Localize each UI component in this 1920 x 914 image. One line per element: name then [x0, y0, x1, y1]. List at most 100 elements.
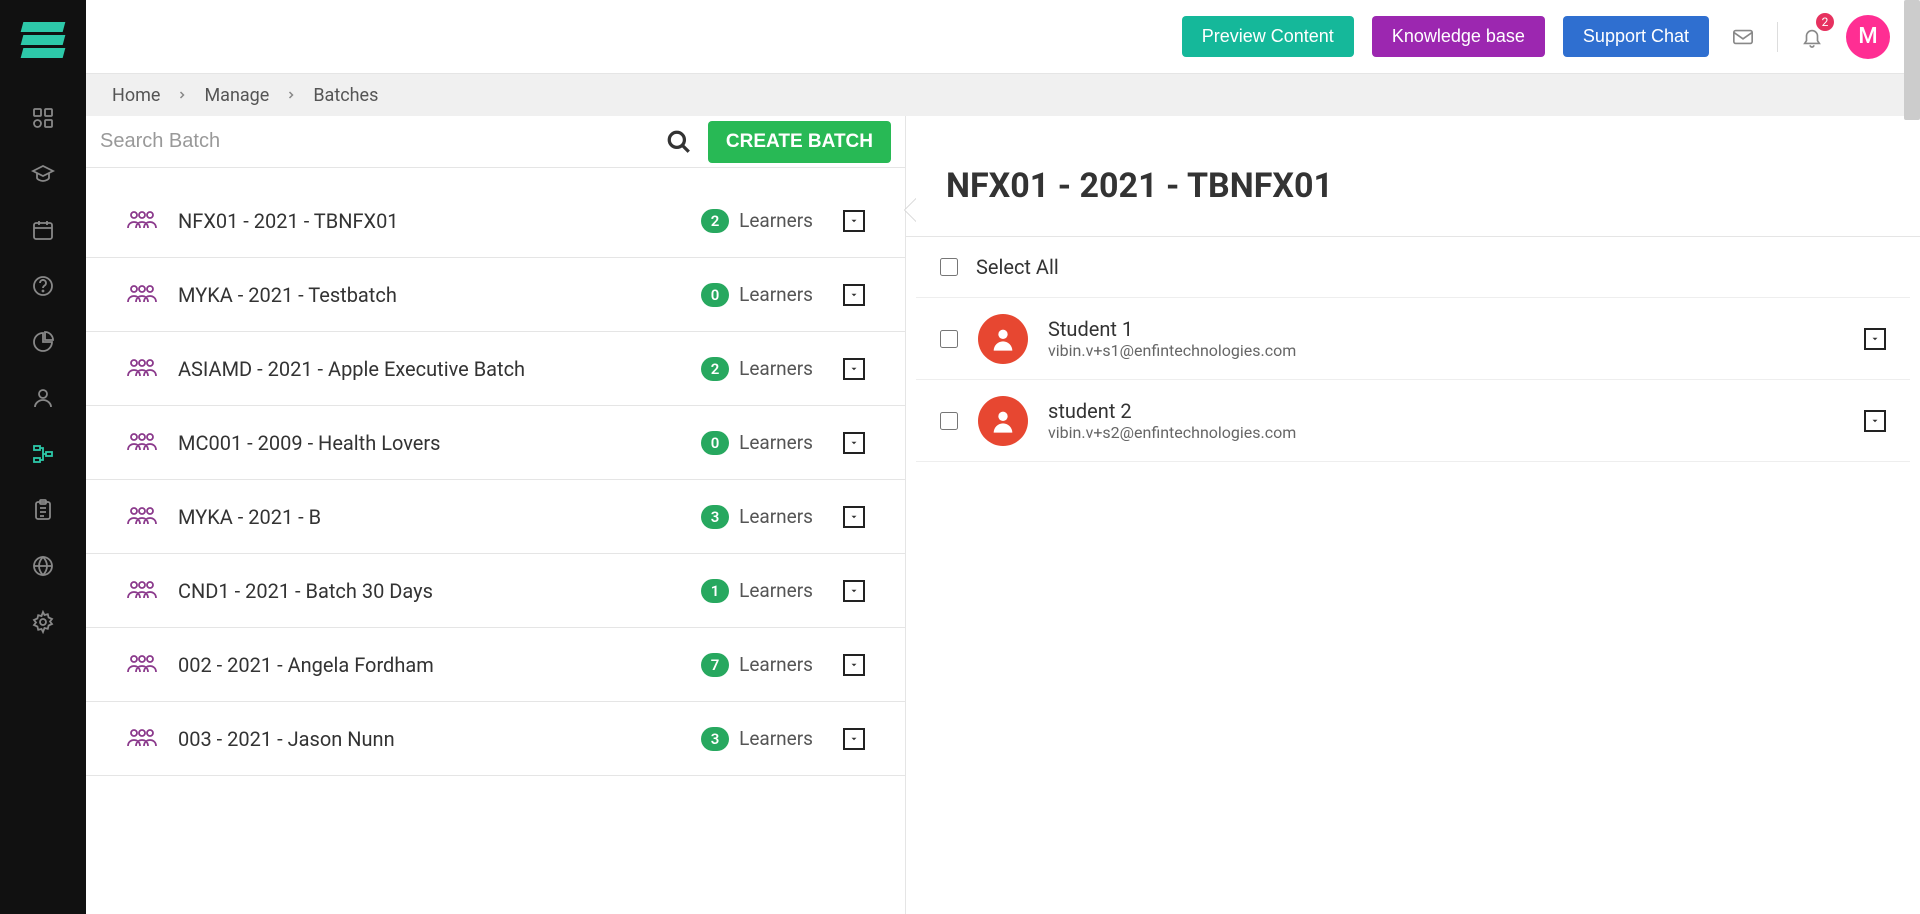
batch-list-column: CREATE BATCH NFX01 - 2021 - TBNFX012Lear…: [86, 116, 906, 914]
learner-count-badge: 3: [701, 727, 729, 751]
people-icon: [126, 358, 158, 380]
chart-icon[interactable]: [29, 328, 57, 356]
select-all-row: Select All: [916, 237, 1910, 298]
user-avatar[interactable]: M: [1846, 15, 1890, 59]
student-avatar-icon: [978, 314, 1028, 364]
people-icon: [126, 284, 158, 306]
batch-name: MYKA - 2021 - Testbatch: [178, 283, 701, 307]
content: CREATE BATCH NFX01 - 2021 - TBNFX012Lear…: [86, 116, 1920, 914]
learners-label: Learners: [739, 579, 813, 602]
batch-item[interactable]: MC001 - 2009 - Health Lovers0 Learners: [86, 406, 905, 480]
learners-label: Learners: [739, 653, 813, 676]
user-icon[interactable]: [29, 384, 57, 412]
student-list: Student 1vibin.v+s1@enfintechnologies.co…: [906, 298, 1920, 462]
learners-label: Learners: [739, 283, 813, 306]
learner-count-badge: 0: [701, 283, 729, 307]
bell-icon[interactable]: 2: [1796, 21, 1828, 53]
select-all-checkbox[interactable]: [940, 258, 958, 276]
sidebar: [0, 0, 86, 914]
globe-icon[interactable]: [29, 552, 57, 580]
header: Preview Content Knowledge base Support C…: [86, 0, 1920, 74]
dropdown-icon[interactable]: [843, 580, 865, 602]
graduation-icon[interactable]: [29, 160, 57, 188]
breadcrumb-batches[interactable]: Batches: [313, 85, 378, 106]
learners-label: Learners: [739, 727, 813, 750]
support-chat-button[interactable]: Support Chat: [1563, 16, 1709, 57]
dropdown-icon[interactable]: [1864, 410, 1886, 432]
help-icon[interactable]: [29, 272, 57, 300]
clipboard-icon[interactable]: [29, 496, 57, 524]
dropdown-icon[interactable]: [843, 432, 865, 454]
batch-name: MYKA - 2021 - B: [178, 505, 701, 529]
batch-name: 003 - 2021 - Jason Nunn: [178, 727, 701, 751]
learners-label: Learners: [739, 209, 813, 232]
batch-item[interactable]: ASIAMD - 2021 - Apple Executive Batch2Le…: [86, 332, 905, 406]
create-batch-button[interactable]: CREATE BATCH: [708, 121, 891, 163]
people-icon: [126, 728, 158, 750]
learners-label: Learners: [739, 505, 813, 528]
batch-item[interactable]: NFX01 - 2021 - TBNFX012 Learners: [86, 184, 905, 258]
breadcrumb-manage[interactable]: Manage: [204, 85, 269, 106]
people-icon: [126, 506, 158, 528]
learner-count-badge: 1: [701, 579, 729, 603]
search-input[interactable]: [100, 130, 650, 153]
batch-item[interactable]: MYKA - 2021 - Testbatch0 Learners: [86, 258, 905, 332]
chevron-right-icon: [176, 85, 188, 106]
learner-count-badge: 3: [701, 505, 729, 529]
dropdown-icon[interactable]: [843, 284, 865, 306]
select-all-label: Select All: [976, 255, 1059, 279]
batch-detail-column: NFX01 - 2021 - TBNFX01 Select All Studen…: [906, 116, 1920, 914]
people-icon: [126, 654, 158, 676]
learner-count-badge: 2: [701, 209, 729, 233]
learner-count-badge: 7: [701, 653, 729, 677]
people-icon: [126, 432, 158, 454]
batch-item[interactable]: MYKA - 2021 - B3 Learners: [86, 480, 905, 554]
settings-icon[interactable]: [29, 608, 57, 636]
batch-list: NFX01 - 2021 - TBNFX012LearnersMYKA - 20…: [86, 168, 905, 914]
student-email: vibin.v+s1@enfintechnologies.com: [1048, 341, 1844, 360]
batch-item[interactable]: 003 - 2021 - Jason Nunn3 Learners: [86, 702, 905, 776]
selected-pointer: [905, 198, 917, 222]
people-icon: [126, 580, 158, 602]
dropdown-icon[interactable]: [843, 358, 865, 380]
chevron-right-icon: [285, 85, 297, 106]
student-info: student 2vibin.v+s2@enfintechnologies.co…: [1048, 399, 1844, 442]
search-icon[interactable]: [662, 125, 696, 159]
student-name: Student 1: [1048, 317, 1844, 341]
scrollbar[interactable]: [1904, 0, 1920, 120]
calendar-icon[interactable]: [29, 216, 57, 244]
mail-icon[interactable]: [1727, 21, 1759, 53]
knowledge-base-button[interactable]: Knowledge base: [1372, 16, 1545, 57]
people-icon: [126, 210, 158, 232]
batch-item[interactable]: 002 - 2021 - Angela Fordham7Learners: [86, 628, 905, 702]
search-row: CREATE BATCH: [86, 116, 905, 168]
learner-count-badge: 0: [701, 431, 729, 455]
dropdown-icon[interactable]: [1864, 328, 1886, 350]
breadcrumb-home[interactable]: Home: [112, 85, 160, 106]
app-logo[interactable]: [18, 20, 68, 60]
dropdown-icon[interactable]: [843, 728, 865, 750]
detail-title: NFX01 - 2021 - TBNFX01: [906, 166, 1920, 237]
student-item: Student 1vibin.v+s1@enfintechnologies.co…: [916, 298, 1910, 380]
dropdown-icon[interactable]: [843, 506, 865, 528]
preview-content-button[interactable]: Preview Content: [1182, 16, 1354, 57]
student-checkbox[interactable]: [940, 330, 958, 348]
main-area: Preview Content Knowledge base Support C…: [86, 0, 1920, 914]
batches-icon[interactable]: [29, 440, 57, 468]
student-checkbox[interactable]: [940, 412, 958, 430]
learners-label: Learners: [739, 431, 813, 454]
batch-item[interactable]: CND1 - 2021 - Batch 30 Days1Learners: [86, 554, 905, 628]
separator: [1777, 22, 1778, 52]
dashboard-icon[interactable]: [29, 104, 57, 132]
batch-name: NFX01 - 2021 - TBNFX01: [178, 209, 701, 233]
student-email: vibin.v+s2@enfintechnologies.com: [1048, 423, 1844, 442]
batch-name: MC001 - 2009 - Health Lovers: [178, 431, 701, 455]
notification-badge: 2: [1816, 13, 1834, 31]
student-item: student 2vibin.v+s2@enfintechnologies.co…: [916, 380, 1910, 462]
breadcrumb: Home Manage Batches: [86, 74, 1920, 116]
dropdown-icon[interactable]: [843, 210, 865, 232]
student-name: student 2: [1048, 399, 1844, 423]
dropdown-icon[interactable]: [843, 654, 865, 676]
learners-label: Learners: [739, 357, 813, 380]
learner-count-badge: 2: [701, 357, 729, 381]
